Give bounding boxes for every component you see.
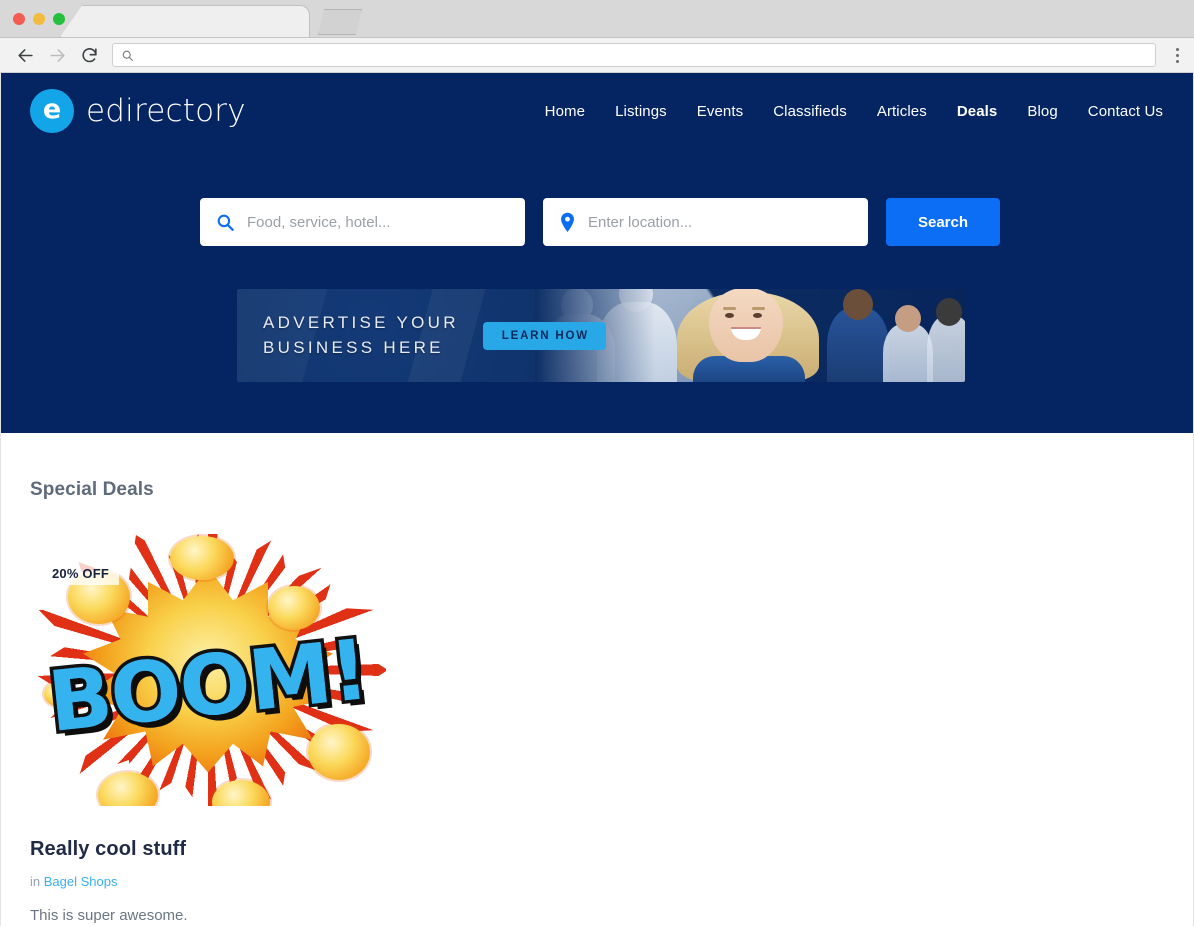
deal-card[interactable]: BOOM! BOOM! 20% OFF Really cool stuff in… [30,534,386,924]
banner-person-silhouette [927,316,965,382]
arrow-left-icon [17,48,33,62]
window-controls [13,13,65,25]
reload-icon [81,47,97,62]
arrow-right-icon [49,48,65,62]
banner-person-head [895,305,921,332]
discount-badge: 20% OFF [49,562,120,585]
nav-item-events[interactable]: Events [697,103,743,120]
tab-strip [60,5,362,37]
nav-item-articles[interactable]: Articles [877,103,927,120]
site-logo[interactable]: e edirectory [30,89,246,133]
explosion-puff [170,536,234,580]
new-tab-button[interactable] [318,9,362,35]
banner-woman-photo [663,289,835,382]
search-button[interactable]: Search [886,198,1000,246]
banner-person-head [936,298,962,326]
deal-image-link[interactable]: BOOM! BOOM! 20% OFF [30,534,386,806]
page-title: Special Deals [30,479,154,500]
search-icon [217,214,234,231]
search-icon [122,50,133,61]
browser-titlebar [0,0,1194,38]
banner-person-head [843,289,873,320]
woman-eye [753,313,762,318]
main-navigation: Home Listings Events Classifieds Article… [545,103,1163,120]
deal-category-link[interactable]: Bagel Shops [44,874,118,889]
keyword-search-field[interactable] [200,198,525,246]
keyword-search-input[interactable] [247,213,509,231]
deal-category-meta: in Bagel Shops [30,874,386,889]
minimize-window-button[interactable] [33,13,45,25]
deal-meta-prefix: in [30,874,41,889]
woman-eyebrow [752,307,765,310]
learn-how-button[interactable]: LEARN HOW [482,321,606,350]
back-button[interactable] [10,41,40,69]
nav-item-classifieds[interactable]: Classifieds [773,103,847,120]
nav-item-home[interactable]: Home [545,103,585,120]
browser-tab[interactable] [60,5,310,37]
banner-person-silhouette [883,324,933,382]
close-window-button[interactable] [13,13,25,25]
browser-menu-button[interactable] [1166,42,1188,68]
address-bar[interactable] [112,43,1156,67]
nav-item-contact-us[interactable]: Contact Us [1088,103,1163,120]
browser-toolbar [0,38,1194,73]
main-content: Special Deals BOOM! BOOM! [1,433,1193,924]
location-search-input[interactable] [588,213,852,231]
logo-wordmark: edirectory [86,93,246,129]
kebab-dot [1175,59,1179,63]
site-header: e edirectory Home Listings Events Classi… [1,73,1193,149]
kebab-dot [1175,53,1179,57]
location-search-field[interactable] [543,198,868,246]
page-viewport: e edirectory Home Listings Events Classi… [0,73,1194,926]
banner-headline: ADVERTISE YOUR BUSINESS HERE [263,312,459,357]
nav-item-deals[interactable]: Deals [957,103,998,120]
explosion-puff [308,724,370,780]
advertise-banner[interactable]: ADVERTISE YOUR BUSINESS HERE LEARN HOW [237,289,965,382]
woman-eyebrow [723,307,736,310]
nav-item-blog[interactable]: Blog [1027,103,1057,120]
reload-button[interactable] [74,41,104,69]
explosion-puff [268,586,320,630]
deal-title[interactable]: Really cool stuff [30,838,386,861]
logo-mark-icon: e [30,89,74,133]
search-bar: Search [1,198,1193,246]
forward-button[interactable] [42,41,72,69]
banner-ad-wrapper: ADVERTISE YOUR BUSINESS HERE LEARN HOW [1,289,1193,382]
woman-face [709,289,783,362]
kebab-dot [1175,47,1179,51]
browser-window: e edirectory Home Listings Events Classi… [0,0,1194,927]
url-input[interactable] [140,48,1147,62]
hero-section: e edirectory Home Listings Events Classi… [1,73,1193,433]
map-pin-icon [561,212,574,232]
woman-eye [725,313,734,318]
nav-item-listings[interactable]: Listings [615,103,667,120]
deal-description: This is super awesome. [30,907,188,924]
